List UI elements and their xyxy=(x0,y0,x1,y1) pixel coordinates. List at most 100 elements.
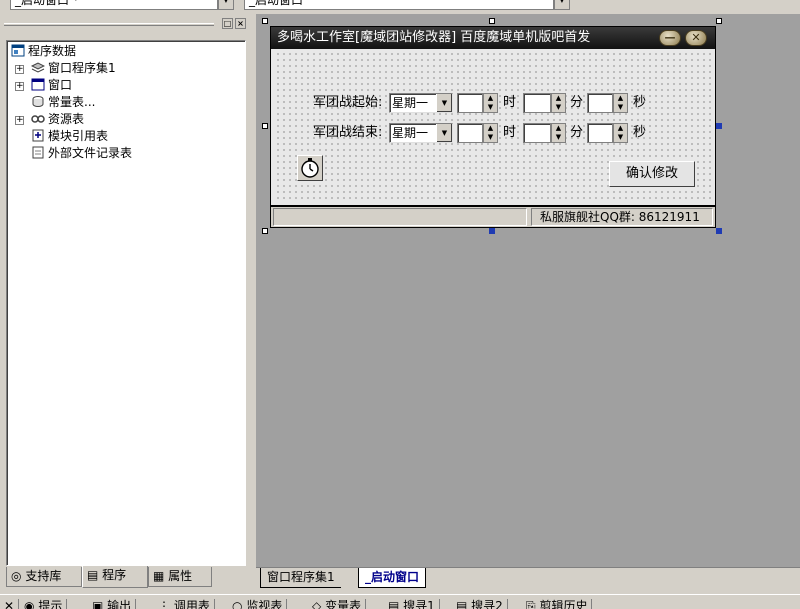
tab-search-1[interactable]: ▤ 搜寻1 xyxy=(388,599,440,609)
workspace-panel: □ × 程序数据 + 窗口程序集1 + 窗口 常量表... + 资源表 模块引用… xyxy=(0,14,252,588)
resize-handle-sw[interactable] xyxy=(262,228,268,234)
start-hour-input[interactable] xyxy=(457,93,483,113)
tab-watch[interactable]: ○ 监视表 xyxy=(232,599,288,609)
resize-handle-w[interactable] xyxy=(262,123,268,129)
panel-close-button[interactable]: × xyxy=(235,18,246,29)
panel-tabs: ◎ 支持库 ▤ 程序 ▦ 属性 xyxy=(6,566,246,589)
start-time-label: 军团战起始: xyxy=(313,95,383,110)
close-icon[interactable]: ✕ xyxy=(685,30,707,46)
end-hour-spinner[interactable]: ▲ ▼ xyxy=(483,123,498,143)
search-icon: ▤ xyxy=(388,599,400,609)
end-second-unit: 秒 xyxy=(633,125,647,140)
end-hour-input[interactable] xyxy=(457,123,483,143)
tree-item-module-refs[interactable]: 模块引用表 xyxy=(31,128,108,145)
start-minute-spinner[interactable]: ▲ ▼ xyxy=(551,93,566,113)
constant-table-icon xyxy=(31,95,45,108)
expand-resources[interactable]: + xyxy=(15,116,24,125)
event-combo-arrow[interactable]: ▼ xyxy=(554,0,570,10)
start-second-unit: 秒 xyxy=(633,95,647,110)
startup-window-form[interactable]: 多喝水工作室[魔域团站修改器] 百度魔域单机版吧首发 — ✕ 军团战起始: 星期… xyxy=(270,26,716,228)
tab-properties[interactable]: ▦ 属性 xyxy=(148,567,212,587)
resize-handle-ne[interactable] xyxy=(716,18,722,24)
confirm-button[interactable]: 确认修改 xyxy=(609,161,695,187)
form-title: 多喝水工作室[魔域团站修改器] 百度魔域单机版吧首发 xyxy=(277,30,591,45)
properties-icon: ▦ xyxy=(153,569,165,583)
resize-handle-n[interactable] xyxy=(489,18,495,24)
external-file-icon xyxy=(31,146,45,159)
tree-item-window[interactable]: 窗口 xyxy=(31,77,72,94)
end-minute-unit: 分 xyxy=(570,125,584,140)
start-second-input[interactable] xyxy=(587,93,613,113)
tab-output[interactable]: ▣ 输出 xyxy=(92,599,137,609)
end-weekday-select[interactable]: 星期一 ▼ xyxy=(389,123,453,143)
tab-program[interactable]: ▤ 程序 xyxy=(82,566,148,588)
stopwatch-icon xyxy=(301,158,319,178)
resize-handle-nw[interactable] xyxy=(262,18,268,24)
assembly-icon xyxy=(30,61,46,74)
panel-restore-button[interactable]: □ xyxy=(222,18,233,29)
minimize-icon[interactable]: — xyxy=(659,30,681,46)
resize-handle-e[interactable] xyxy=(716,123,722,129)
status-panel-left xyxy=(273,208,527,226)
output-icon: ▣ xyxy=(92,599,104,609)
tab-clip-history[interactable]: ⎘ 剪辑历史 xyxy=(526,599,593,609)
hint-icon: ◉ xyxy=(24,599,35,609)
object-combo[interactable]: _启动窗口 * xyxy=(10,0,218,10)
panel-grip[interactable] xyxy=(4,23,214,26)
output-tabs-bar: ✕ ◉ 提示 ▣ 输出 ⋮ 调用表 ○ 监视表 ◇ 变量表 ▤ 搜寻1 ▤ 搜寻… xyxy=(0,594,800,609)
end-second-spinner[interactable]: ▲ ▼ xyxy=(613,123,628,143)
tab-call-stack[interactable]: ⋮ 调用表 xyxy=(158,599,215,609)
form-status-bar: 私服旗舰社QQ群: 86121911 xyxy=(271,205,715,227)
tree-item-constants[interactable]: 常量表... xyxy=(31,94,95,111)
tab-startup-window[interactable]: _启动窗口 xyxy=(358,568,427,588)
clipboard-icon: ⎘ xyxy=(526,599,536,609)
tab-support-library[interactable]: ◎ 支持库 xyxy=(6,567,82,587)
close-icon[interactable]: ✕ xyxy=(4,599,20,609)
tree-item-program-data[interactable]: 程序数据 xyxy=(11,43,76,60)
call-stack-icon: ⋮ xyxy=(158,599,170,609)
form-client-area: 军团战起始: 星期一 ▼ ▲ ▼ 时 ▲ ▼ 分 ▲ ▼ 秒 军团战结束: 星期一 ▼… xyxy=(275,51,711,201)
object-combo-arrow[interactable]: ▼ xyxy=(218,0,234,10)
tab-variables[interactable]: ◇ 变量表 xyxy=(312,599,367,609)
module-ref-icon xyxy=(31,129,45,142)
resize-handle-se[interactable] xyxy=(716,228,722,234)
status-panel-qq: 私服旗舰社QQ群: 86121911 xyxy=(531,208,713,226)
end-hour-unit: 时 xyxy=(503,125,517,140)
chevron-down-icon[interactable]: ▼ xyxy=(436,94,452,112)
tab-window-assembly[interactable]: 窗口程序集1 xyxy=(260,568,341,588)
start-weekday-select[interactable]: 星期一 ▼ xyxy=(389,93,453,113)
resize-handle-s[interactable] xyxy=(489,228,495,234)
window-icon xyxy=(31,78,45,91)
start-minute-input[interactable] xyxy=(523,93,551,113)
start-hour-spinner[interactable]: ▲ ▼ xyxy=(483,93,498,113)
search-icon: ▤ xyxy=(456,599,468,609)
start-second-spinner[interactable]: ▲ ▼ xyxy=(613,93,628,113)
project-tree[interactable]: 程序数据 + 窗口程序集1 + 窗口 常量表... + 资源表 模块引用表 外部… xyxy=(6,40,246,566)
form-designer[interactable]: 多喝水工作室[魔域团站修改器] 百度魔域单机版吧首发 — ✕ 军团战起始: 星期… xyxy=(256,14,800,567)
tab-search-2[interactable]: ▤ 搜寻2 xyxy=(456,599,508,609)
expand-assembly[interactable]: + xyxy=(15,65,24,74)
start-hour-unit: 时 xyxy=(503,95,517,110)
start-minute-unit: 分 xyxy=(570,95,584,110)
program-tab-icon: ▤ xyxy=(87,568,99,582)
variables-icon: ◇ xyxy=(312,599,322,609)
tab-hint[interactable]: ◉ 提示 xyxy=(24,599,68,609)
form-title-bar[interactable]: 多喝水工作室[魔域团站修改器] 百度魔域单机版吧首发 — ✕ xyxy=(271,27,715,49)
resource-icon xyxy=(31,112,45,125)
support-library-icon: ◎ xyxy=(11,569,22,583)
document-tabs: 窗口程序集1 _启动窗口 xyxy=(256,567,800,589)
expand-window[interactable]: + xyxy=(15,82,24,91)
event-combo[interactable]: _启动窗口 xyxy=(244,0,554,10)
end-time-label: 军团战结束: xyxy=(313,125,383,140)
end-minute-input[interactable] xyxy=(523,123,551,143)
tree-item-assembly[interactable]: 窗口程序集1 xyxy=(30,60,116,77)
top-toolbar: _启动窗口 * ▼ _启动窗口 ▼ xyxy=(0,0,800,10)
end-minute-spinner[interactable]: ▲ ▼ xyxy=(551,123,566,143)
timer-button[interactable] xyxy=(297,155,323,181)
tree-item-external-files[interactable]: 外部文件记录表 xyxy=(31,145,132,162)
panel-titlebar: □ × xyxy=(4,18,248,30)
end-second-input[interactable] xyxy=(587,123,613,143)
program-data-icon xyxy=(11,44,25,57)
chevron-down-icon[interactable]: ▼ xyxy=(436,124,452,142)
tree-item-resources[interactable]: 资源表 xyxy=(31,111,84,128)
